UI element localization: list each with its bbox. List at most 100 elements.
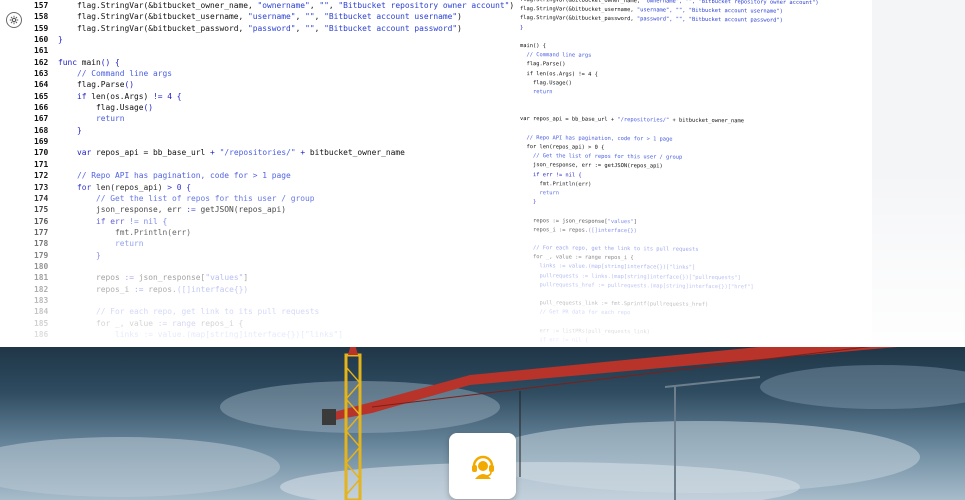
code-token: := — [134, 284, 149, 294]
line-content: if len(os.Args) != 4 { — [58, 91, 182, 102]
line-content: return — [58, 113, 125, 124]
code-token: "values" — [205, 273, 244, 283]
code-token: flag.Parse — [77, 80, 125, 90]
line-number: 162 — [34, 57, 49, 67]
line-content: // For each repo, get link to its pull r… — [58, 306, 319, 317]
code-line: 165 if len(os.Args) != 4 { — [34, 91, 514, 102]
line-content: flag.StringVar(&bitbucket_owner_name, "o… — [58, 0, 514, 11]
code-token: return — [115, 239, 144, 249]
code-token: ] — [633, 218, 637, 225]
line-number: 176 — [34, 216, 49, 226]
line-content: fmt.Println(err) — [58, 227, 191, 238]
line-number: 175 — [34, 205, 49, 215]
code-line: 172 // Repo API has pagination, code for… — [34, 170, 514, 181]
line-content: for len(repos_api) > 0 { — [58, 182, 191, 193]
code-token: flag.StringVar(&bitbucket_password, — [77, 23, 249, 33]
code-token: for _, value — [96, 318, 158, 328]
code-token: flag.StringVar(&bitbucket_password, — [520, 15, 637, 23]
line-number: 158 — [34, 12, 49, 22]
line-number: 157 — [34, 1, 49, 10]
line-number: 183 — [34, 295, 49, 305]
code-token: var repos_api = bb_base_url + — [520, 116, 618, 124]
code-token: repos_api = bb_base_url — [96, 148, 211, 158]
settings-wheel-icon[interactable] — [6, 12, 22, 28]
code-line: 182 repos_i := repos.([]interface{}) — [34, 284, 514, 295]
code-token: repos. — [148, 284, 177, 294]
code-token: flag.Usage — [96, 103, 144, 113]
code-token: ) — [457, 12, 462, 22]
support-badge[interactable] — [449, 433, 516, 499]
code-token: "Bitbucket account username" — [324, 12, 458, 22]
code-token: return — [520, 189, 559, 197]
code-line: 159 flag.StringVar(&bitbucket_password, … — [34, 23, 514, 34]
code-token: , — [314, 23, 325, 33]
code-line: 175 json_response, err := getJSON(repos_… — [34, 204, 514, 215]
line-number: 182 — [34, 284, 49, 294]
line-content: // Repo API has pagination, code for > 1… — [58, 170, 291, 181]
line-content: for _, value := range repos_i { — [58, 318, 243, 329]
code-token: , — [314, 12, 325, 22]
line-number: 164 — [34, 80, 49, 90]
line-number: 181 — [34, 273, 49, 283]
right-margin-shade — [872, 0, 965, 347]
line-number: 184 — [34, 307, 49, 317]
code-token: , — [295, 12, 306, 22]
code-line: 167 return — [34, 113, 514, 124]
code-token: != nil { — [129, 216, 168, 226]
line-content: var repos_api = bb_base_url + "/reposito… — [58, 147, 405, 158]
line-number: 180 — [34, 261, 49, 271]
code-token: () { — [100, 57, 120, 67]
line-number: 167 — [34, 114, 49, 124]
code-line: 185 for _, value := range repos_i { — [34, 318, 514, 329]
line-number: 166 — [34, 103, 49, 113]
code-token: ([]interface{}) — [176, 284, 249, 294]
code-token: if err != nil { — [520, 336, 589, 344]
code-token: != 4 { — [153, 91, 182, 101]
code-listing-side: flag.StringVar(&bitbucket_owner_name, "o… — [520, 0, 880, 347]
code-line: 173 for len(repos_api) > 0 { — [34, 182, 514, 193]
line-content: } — [58, 34, 63, 45]
code-token: // For each repo, get link to its pull r… — [96, 307, 320, 317]
code-token: } — [96, 250, 101, 260]
code-line: 160} — [34, 34, 514, 45]
support-agent-icon — [471, 455, 494, 479]
code-token: "/repositories/" — [617, 117, 670, 125]
code-token: ) — [509, 1, 515, 10]
code-line: 177 fmt.Println(err) — [34, 227, 514, 238]
code-token: func — [58, 57, 82, 67]
code-line: 171 — [34, 159, 514, 170]
code-token: json_response, err — [96, 205, 187, 215]
code-token: , — [328, 1, 339, 10]
line-content: flag.Parse() — [58, 79, 134, 90]
code-token: if err — [96, 216, 130, 226]
line-number: 172 — [34, 171, 49, 181]
code-line: 174 // Get the list of repos for this us… — [34, 193, 514, 204]
line-content: } — [58, 250, 101, 261]
code-line: 176 if err != nil { — [34, 216, 514, 227]
code-token: for — [77, 182, 97, 192]
code-token: } — [58, 35, 63, 45]
code-line: 170 var repos_api = bb_base_url + "/repo… — [34, 147, 514, 158]
code-token: "" — [305, 23, 315, 33]
code-token: if — [77, 91, 92, 101]
code-token: return — [96, 114, 125, 124]
line-number: 168 — [34, 125, 49, 135]
line-number: 165 — [34, 91, 49, 101]
code-token: links := value.(map[string]interface{})[… — [115, 329, 344, 339]
code-token: flag.Parse() — [520, 61, 566, 68]
code-token: // Repo API has pagination, code for > 1… — [77, 171, 291, 181]
line-number: 173 — [34, 182, 49, 192]
line-number: 159 — [34, 23, 49, 33]
code-line: 169 — [34, 136, 514, 147]
code-token: fmt.Println(err) — [115, 227, 192, 237]
